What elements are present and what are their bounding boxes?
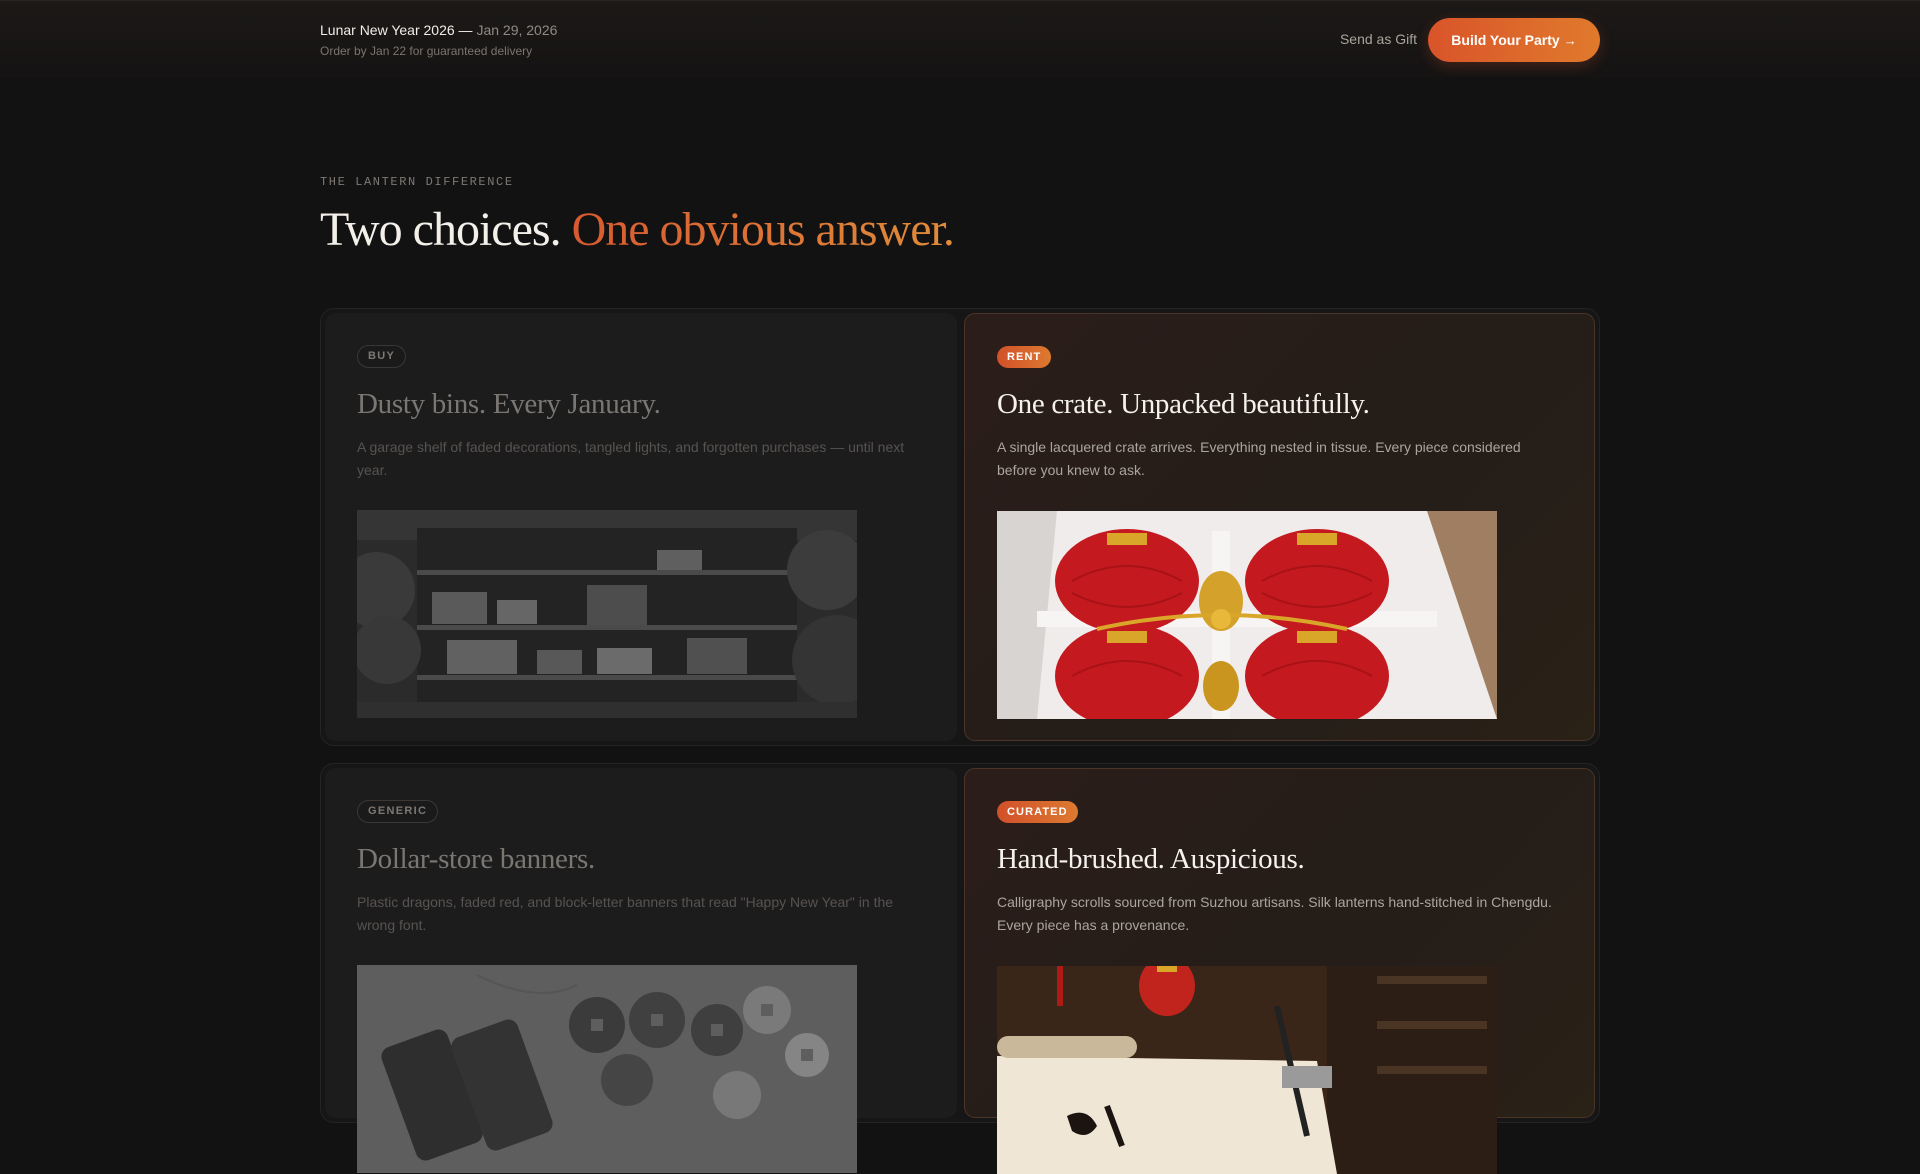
card-description: A garage shelf of faded decorations, tan… (357, 439, 905, 478)
arrow-right-icon: → (1563, 32, 1577, 48)
card-title: Dollar-store banners. (357, 843, 595, 875)
cta-label: Build Your Party (1451, 32, 1560, 48)
coins-photo (357, 965, 857, 1173)
card-description: A single lacquered crate arrives. Everyt… (997, 439, 1521, 478)
tag-badge: RENT (997, 346, 1052, 368)
event-name: Lunar New Year 2026 — (320, 22, 473, 38)
delivery-note: Order by Jan 22 for guaranteed delivery (320, 44, 533, 58)
top-bar: Lunar New Year 2026 — Jan 29, 2026 Order… (0, 0, 1920, 78)
comparison-row: BUY Dusty bins. Every January. A garage … (320, 308, 1600, 746)
event-date: Jan 29, 2026 (476, 22, 558, 38)
card-description: Calligraphy scrolls sourced from Suzhou … (997, 894, 1552, 933)
card-title: Dusty bins. Every January. (357, 388, 661, 420)
generic-card: GENERIC Dollar-store banners. Plastic dr… (325, 768, 957, 1173)
tag-badge: GENERIC (357, 800, 439, 823)
build-your-party-button[interactable]: Build Your Party → (1428, 18, 1600, 62)
card-title: Hand-brushed. Auspicious. (997, 843, 1305, 875)
comparison-section-header: THE LANTERN DIFFERENCE Two choices. One … (320, 175, 1600, 257)
rent-card: RENT One crate. Unpacked beautifully. A … (964, 313, 1595, 741)
curated-card: CURATED Hand-brushed. Auspicious. Callig… (964, 768, 1595, 1174)
garage-shelf-photo (357, 510, 857, 718)
buy-card: BUY Dusty bins. Every January. A garage … (325, 313, 957, 741)
headline-main: Two choices. (320, 203, 562, 256)
tag-badge: CURATED (997, 801, 1078, 823)
top-bar-inner: Lunar New Year 2026 — Jan 29, 2026 Order… (320, 1, 1600, 79)
event-info: Lunar New Year 2026 — Jan 29, 2026 (320, 22, 557, 38)
lantern-crate-photo (997, 511, 1497, 719)
headline-accent: One obvious answer. (571, 203, 955, 256)
section-headline: Two choices. One obvious answer. (320, 202, 1600, 257)
comparison-row: GENERIC Dollar-store banners. Plastic dr… (320, 763, 1600, 1174)
tag-badge: BUY (357, 345, 407, 368)
card-description: Plastic dragons, faded red, and block-le… (357, 894, 894, 933)
calligraphy-scroll-photo (997, 966, 1497, 1174)
card-title: One crate. Unpacked beautifully. (997, 388, 1370, 420)
send-as-gift-link[interactable]: Send as Gift (1340, 31, 1417, 47)
section-eyebrow: THE LANTERN DIFFERENCE (320, 175, 514, 189)
